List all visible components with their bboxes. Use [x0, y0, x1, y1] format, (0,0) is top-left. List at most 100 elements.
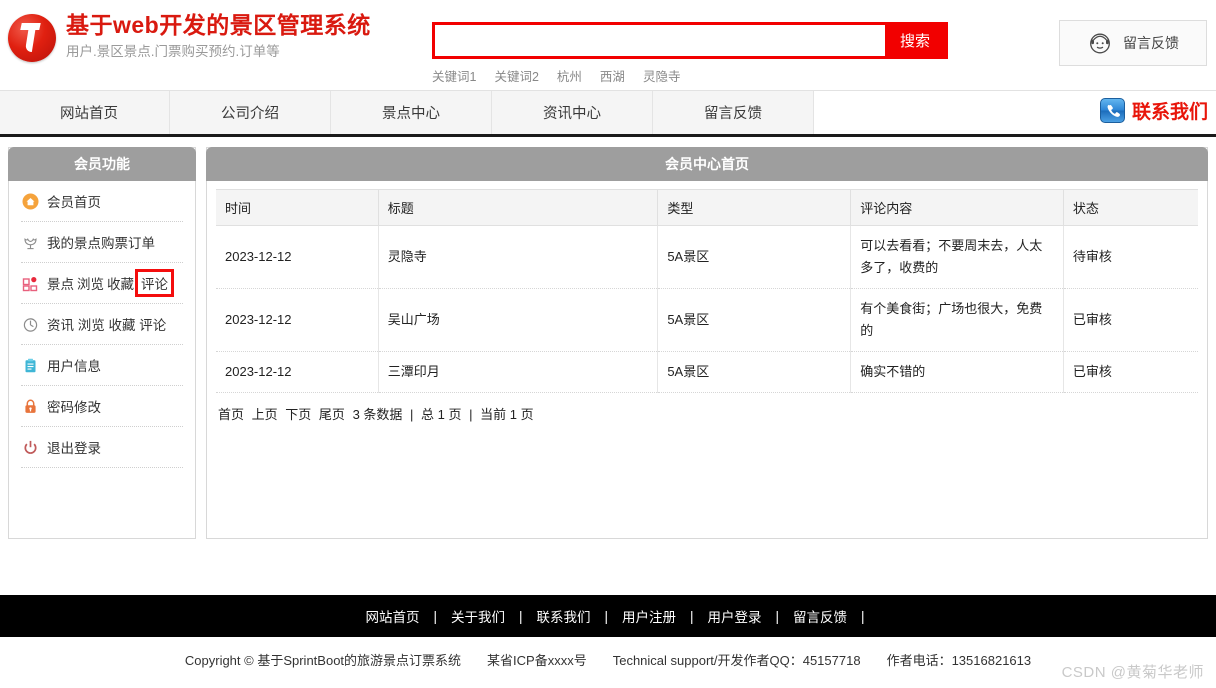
sidebar-item-label: 我的景点购票订单 [47, 236, 155, 251]
footer-separator: | [861, 608, 865, 624]
power-icon [21, 438, 39, 456]
content-title: 会员中心首页 [206, 147, 1208, 181]
contact-us-label: 联系我们 [1131, 102, 1208, 123]
nav-item-home[interactable]: 网站首页 [9, 91, 170, 134]
page-header: 基于web开发的景区管理系统 用户.景区景点.门票购买预约.订单等 搜索 关键词… [0, 0, 1216, 90]
status-badge: 已审核 [1063, 288, 1198, 352]
cell-comment: 确实不错的 [850, 351, 1064, 393]
brand: 基于web开发的景区管理系统 用户.景区景点.门票购买预约.订单等 [0, 10, 371, 62]
keyword-list: 关键词1 关键词2 杭州 西湖 灵隐寺 [432, 66, 948, 85]
cell-title: 灵隐寺 [378, 225, 659, 289]
lock-icon [21, 397, 39, 415]
table-header-row: 时间 标题 类型 评论内容 状态 [216, 189, 1198, 226]
table-row: 2023-12-12 三潭印月 5A景区 确实不错的 已审核 [216, 351, 1198, 393]
pager-next[interactable]: 下页 [285, 407, 311, 422]
keyword-item[interactable]: 西湖 [600, 66, 625, 85]
keyword-item[interactable]: 关键词1 [432, 66, 476, 85]
cell-comment: 可以去看看；不要周末去，人太多了，收费的 [850, 225, 1064, 289]
status-badge: 已审核 [1063, 351, 1198, 393]
keyword-item[interactable]: 关键词2 [494, 66, 538, 85]
copyright-bar: Copyright © 基于SprintBoot的旅游景点订票系统 某省ICP备… [0, 637, 1216, 681]
customer-service-face-icon [1090, 33, 1110, 54]
content-panel: 会员中心首页 时间 标题 类型 评论内容 状态 2023-12-12 灵隐寺 5… [206, 147, 1208, 539]
brand-text: 基于web开发的景区管理系统 用户.景区景点.门票购买预约.订单等 [66, 10, 371, 62]
sidebar-seg: 景点 [47, 277, 74, 292]
highlight-annotation-comments[interactable]: 评论 [135, 269, 174, 297]
cell-time: 2023-12-12 [216, 225, 379, 289]
nav-item-scenic-center[interactable]: 景点中心 [331, 91, 492, 134]
phone-icon [1099, 98, 1125, 123]
keyword-item[interactable]: 杭州 [557, 66, 582, 85]
footer-link-about[interactable]: 关于我们 [437, 606, 519, 626]
pager-prev[interactable]: 上页 [252, 407, 278, 422]
sidebar-item-user-info[interactable]: 用户信息 [21, 345, 183, 386]
tulip-flower-icon [21, 233, 39, 251]
column-header-time: 时间 [216, 189, 379, 226]
cell-type: 5A景区 [657, 288, 852, 352]
nav-item-news-center[interactable]: 资讯中心 [492, 91, 653, 134]
nav-left-spacer [0, 91, 9, 134]
sidebar-item-logout[interactable]: 退出登录 [21, 427, 183, 468]
sidebar-item-label: 退出登录 [47, 441, 101, 456]
search-box: 搜索 [432, 22, 948, 59]
pagination: 首页 上页 下页 尾页 3 条数据 | 总 1 页 | 当前 1 页 [216, 393, 1198, 423]
table-row: 2023-12-12 灵隐寺 5A景区 可以去看看；不要周末去，人太多了，收费的… [216, 225, 1198, 289]
sidebar-menu: 会员首页 我的景点购票订单 景点 浏览 收藏 评论 资讯 浏览 收藏 评论 用户… [9, 181, 195, 468]
feedback-button[interactable]: 留言反馈 [1059, 20, 1207, 66]
sidebar-item-scenic-comments[interactable]: 景点 浏览 收藏 评论 [21, 263, 183, 304]
clipboard-icon [21, 356, 39, 374]
column-header-comment: 评论内容 [850, 189, 1064, 226]
pager-total: 总 1 页 [421, 407, 462, 422]
support-text: Technical support/开发作者QQ：45157718 [612, 652, 861, 668]
keyword-item[interactable]: 灵隐寺 [643, 66, 681, 85]
author-phone-text: 作者电话：13516821613 [886, 652, 1032, 668]
sidebar-seg: 浏览 [77, 277, 104, 292]
sidebar-item-label: 资讯 浏览 收藏 评论 [47, 318, 167, 333]
cell-type: 5A景区 [657, 351, 852, 393]
table-row: 2023-12-12 吴山广场 5A景区 有个美食街；广场也很大，免费的 已审核 [216, 288, 1198, 352]
footer-link-register[interactable]: 用户注册 [608, 606, 690, 626]
cell-type: 5A景区 [657, 225, 852, 289]
footer-link-home[interactable]: 网站首页 [351, 606, 433, 626]
footer-link-contact[interactable]: 联系我们 [522, 606, 604, 626]
sidebar-item-label: 用户信息 [47, 359, 101, 374]
footer-navigation: 网站首页 | 关于我们 | 联系我们 | 用户注册 | 用户登录 | 留言反馈 … [0, 595, 1216, 637]
member-sidebar: 会员功能 会员首页 我的景点购票订单 景点 浏览 收藏 评论 资讯 浏览 收藏 … [8, 147, 196, 539]
nav-item-company[interactable]: 公司介绍 [170, 91, 331, 134]
feedback-label: 留言反馈 [1123, 35, 1179, 51]
sidebar-item-label: 密码修改 [47, 400, 101, 415]
cell-title: 吴山广场 [378, 288, 659, 352]
footer-link-login[interactable]: 用户登录 [694, 606, 776, 626]
sidebar-title: 会员功能 [8, 147, 196, 181]
cell-title: 三潭印月 [378, 351, 659, 393]
home-circle-icon [21, 192, 39, 210]
cell-time: 2023-12-12 [216, 351, 379, 393]
page-title: 基于web开发的景区管理系统 [66, 12, 371, 38]
footer-link-feedback[interactable]: 留言反馈 [779, 606, 861, 626]
icp-text: 某省ICP备xxxx号 [487, 652, 587, 668]
search-area: 搜索 关键词1 关键词2 杭州 西湖 灵隐寺 [432, 22, 948, 85]
pager-last[interactable]: 尾页 [319, 407, 345, 422]
main-area: 会员功能 会员首页 我的景点购票订单 景点 浏览 收藏 评论 资讯 浏览 收藏 … [0, 137, 1216, 539]
pager-count: 3 条数据 [352, 407, 403, 422]
search-button[interactable]: 搜索 [885, 25, 945, 56]
contact-us-button[interactable]: 联系我们 [1099, 97, 1208, 124]
sidebar-item-news-comments[interactable]: 资讯 浏览 收藏 评论 [21, 304, 183, 345]
pager-current: 当前 1 页 [480, 407, 534, 422]
main-navigation: 网站首页 公司介绍 景点中心 资讯中心 留言反馈 联系我们 [0, 90, 1216, 137]
sidebar-item-change-password[interactable]: 密码修改 [21, 386, 183, 427]
circle-j-logo-icon [8, 14, 56, 62]
copyright-text: Copyright © 基于SprintBoot的旅游景点订票系统 [184, 652, 462, 668]
cell-comment: 有个美食街；广场也很大，免费的 [850, 288, 1064, 352]
cell-time: 2023-12-12 [216, 288, 379, 352]
content-body: 时间 标题 类型 评论内容 状态 2023-12-12 灵隐寺 5A景区 可以去… [207, 181, 1207, 423]
sidebar-item-label: 会员首页 [47, 195, 101, 210]
column-header-status: 状态 [1063, 189, 1198, 226]
sidebar-item-my-orders[interactable]: 我的景点购票订单 [21, 222, 183, 263]
clock-icon [21, 315, 39, 333]
sidebar-item-member-home[interactable]: 会员首页 [21, 181, 183, 222]
pager-first[interactable]: 首页 [218, 407, 244, 422]
nav-item-feedback[interactable]: 留言反馈 [653, 91, 814, 134]
search-input[interactable] [435, 25, 885, 56]
status-badge: 待审核 [1063, 225, 1198, 289]
